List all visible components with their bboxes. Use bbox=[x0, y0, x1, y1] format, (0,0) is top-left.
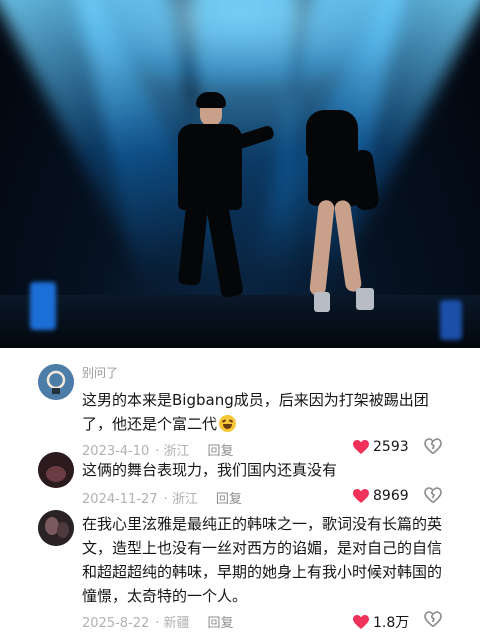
avatar-image bbox=[38, 452, 74, 488]
avatar[interactable] bbox=[38, 510, 74, 546]
stage-side-light bbox=[30, 282, 56, 330]
like-button[interactable]: 1.8万 bbox=[352, 612, 409, 632]
stage-side-light bbox=[440, 300, 462, 340]
comment-text: 这男的本来是Bigbang成员，后来因为打架被踢出团了，他还是个富二代 bbox=[82, 388, 454, 436]
video-player[interactable] bbox=[0, 0, 480, 348]
comment-date: 2024-11-27 bbox=[82, 492, 158, 507]
comment-location: · 新疆 bbox=[155, 616, 190, 631]
comment-item: 在我心里泫雅是最纯正的韩味之一，歌词没有长篇的英文，造型上也没有一丝对西方的谄媚… bbox=[0, 510, 480, 640]
reply-button[interactable]: 回复 bbox=[216, 488, 242, 507]
dislike-button[interactable] bbox=[424, 611, 442, 632]
comment-username[interactable]: 别问了 bbox=[82, 364, 118, 381]
like-button[interactable]: 8969 bbox=[352, 488, 409, 504]
broken-heart-icon bbox=[424, 611, 442, 628]
laughing-crying-emoji-icon bbox=[219, 415, 237, 432]
comment-item: 别问了 这男的本来是Bigbang成员，后来因为打架被踢出团了，他还是个富二代 … bbox=[0, 362, 480, 462]
reply-button[interactable]: 回复 bbox=[208, 612, 234, 631]
comment-list: 别问了 这男的本来是Bigbang成员，后来因为打架被踢出团了，他还是个富二代 … bbox=[0, 348, 480, 640]
comment-date: 2025-8-22 bbox=[82, 616, 150, 631]
heart-icon bbox=[353, 489, 369, 503]
comment-text-content: 这男的本来是Bigbang成员，后来因为打架被踢出团了，他还是个富二代 bbox=[82, 391, 429, 433]
comment-meta: 2024-11-27 · 浙江 回复 bbox=[82, 488, 242, 507]
comment-text: 在我心里泫雅是最纯正的韩味之一，歌词没有长篇的英文，造型上也没有一丝对西方的谄媚… bbox=[82, 515, 443, 605]
broken-heart-icon bbox=[424, 487, 442, 504]
comment-text: 这俩的舞台表现力，我们国内还真没有 bbox=[82, 461, 338, 479]
avatar-image bbox=[38, 364, 74, 400]
comment-location: · 浙江 bbox=[163, 492, 198, 507]
dislike-button[interactable] bbox=[424, 487, 442, 508]
heart-icon bbox=[353, 615, 369, 629]
comment-meta: 2025-8-22 · 新疆 回复 bbox=[82, 612, 234, 631]
avatar-image bbox=[38, 510, 74, 546]
like-count: 1.8万 bbox=[373, 615, 410, 631]
comment-item: 这俩的舞台表现力，我们国内还真没有 2024-11-27 · 浙江 回复 8969 bbox=[0, 452, 480, 512]
avatar[interactable] bbox=[38, 364, 74, 400]
stage-floor bbox=[0, 295, 480, 348]
avatar[interactable] bbox=[38, 452, 74, 488]
like-count: 8969 bbox=[373, 488, 409, 504]
